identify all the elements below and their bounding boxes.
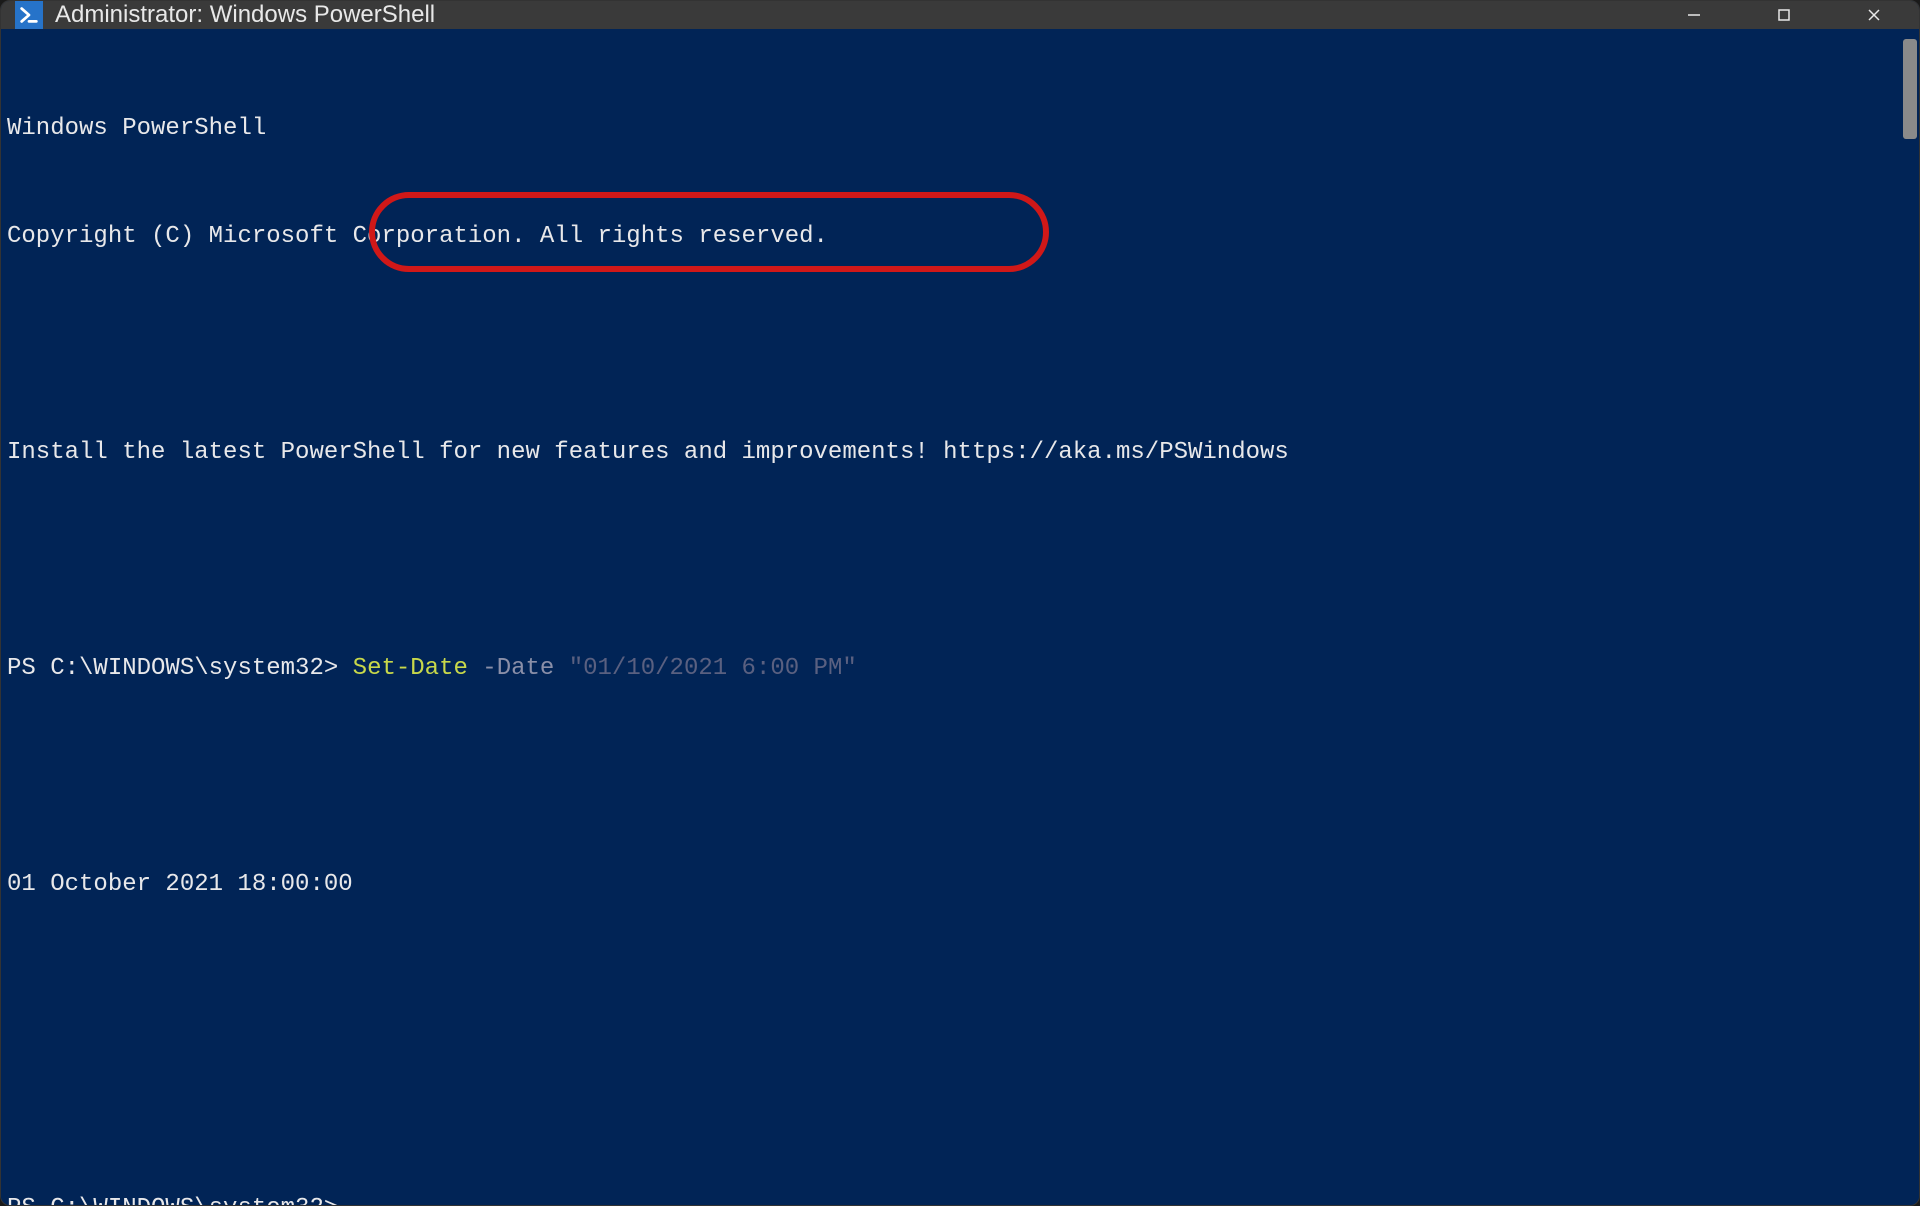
blank-line — [7, 327, 1913, 363]
scrollbar-thumb[interactable] — [1903, 39, 1917, 139]
blank-line — [7, 975, 1913, 1011]
cmdlet-name: Set-Date — [353, 655, 468, 682]
output-line: 01 October 2021 18:00:00 — [7, 867, 1913, 903]
titlebar-left: Administrator: Windows PowerShell — [15, 1, 435, 29]
window-title: Administrator: Windows PowerShell — [55, 1, 435, 29]
terminal-content: Windows PowerShell Copyright (C) Microso… — [7, 39, 1913, 1206]
terminal-area[interactable]: Windows PowerShell Copyright (C) Microso… — [1, 29, 1919, 1206]
prompt-line-2: PS C:\WINDOWS\system32> — [7, 1191, 1913, 1206]
titlebar[interactable]: Administrator: Windows PowerShell — [1, 1, 1919, 29]
prompt-2: PS C:\WINDOWS\system32> — [7, 1195, 338, 1206]
powershell-icon — [15, 1, 43, 29]
header-line-2: Copyright (C) Microsoft Corporation. All… — [7, 219, 1913, 255]
param-name: -Date — [482, 655, 554, 682]
blank-line — [7, 1083, 1913, 1119]
maximize-button[interactable] — [1739, 1, 1829, 29]
string-arg: "01/10/2021 6:00 PM" — [569, 655, 857, 682]
command-line: PS C:\WINDOWS\system32> Set-Date -Date "… — [7, 651, 1913, 687]
blank-line — [7, 759, 1913, 795]
minimize-button[interactable] — [1649, 1, 1739, 29]
install-message: Install the latest PowerShell for new fe… — [7, 435, 1913, 471]
powershell-window: Administrator: Windows PowerShell Window… — [0, 0, 1920, 1206]
blank-line — [7, 543, 1913, 579]
window-controls — [1649, 1, 1919, 29]
header-line-1: Windows PowerShell — [7, 111, 1913, 147]
prompt-1: PS C:\WINDOWS\system32> — [7, 655, 338, 682]
close-button[interactable] — [1829, 1, 1919, 29]
